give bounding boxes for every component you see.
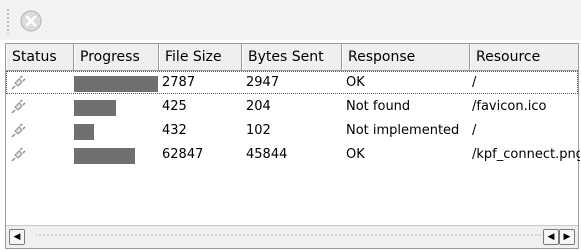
column-header-bytes-sent[interactable]: Bytes Sent <box>242 44 342 70</box>
progress-bar <box>74 148 135 164</box>
arrow-left-icon: ◀ <box>13 231 21 242</box>
scroll-right-button[interactable]: ▶ <box>559 229 575 245</box>
toolbar-grip[interactable] <box>6 8 10 34</box>
column-header-progress[interactable]: Progress <box>74 44 159 70</box>
table-row[interactable]: 425 204 Not found /favicon.ico <box>6 95 578 119</box>
status-cell <box>6 143 74 167</box>
file-size-cell: 62847 <box>162 147 204 162</box>
table-row[interactable]: 432 102 Not implemented / <box>6 119 578 143</box>
progress-bar <box>74 76 158 92</box>
plug-icon <box>11 147 26 162</box>
column-header-file-size[interactable]: File Size <box>159 44 242 70</box>
column-header-resource[interactable]: Resource <box>470 44 578 70</box>
scrollbar-thumb[interactable] <box>36 230 542 244</box>
bytes-sent-cell: 45844 <box>246 147 288 162</box>
progress-cell <box>74 71 160 95</box>
resource-cell: / <box>472 75 477 90</box>
progress-cell <box>74 95 160 119</box>
table-row[interactable]: 62847 45844 OK /kpf_connect.png <box>6 143 580 167</box>
bytes-sent-cell: 204 <box>246 99 271 114</box>
toolbar <box>0 0 581 40</box>
plug-icon <box>11 99 26 114</box>
column-header-status[interactable]: Status <box>6 44 74 70</box>
stop-button[interactable] <box>18 8 44 34</box>
response-cell: Not found <box>346 99 411 114</box>
status-cell <box>6 71 74 95</box>
response-cell: OK <box>346 147 365 162</box>
file-size-cell: 425 <box>162 99 187 114</box>
progress-bar <box>74 124 94 140</box>
plug-icon <box>11 75 26 90</box>
connections-table: Status Progress File Size Bytes Sent Res… <box>5 43 580 249</box>
resource-cell: / <box>472 123 477 138</box>
response-cell: OK <box>346 75 365 90</box>
response-cell: Not implemented <box>346 123 460 138</box>
stop-icon <box>20 10 42 32</box>
status-cell <box>6 95 74 119</box>
horizontal-scrollbar[interactable]: ◀ ◀ ▶ <box>6 225 578 248</box>
table-row[interactable]: 2787 2947 OK / <box>6 71 578 95</box>
column-header-response[interactable]: Response <box>342 44 470 70</box>
table-header: Status Progress File Size Bytes Sent Res… <box>6 44 578 71</box>
progress-bar <box>74 100 116 116</box>
plug-icon <box>11 123 26 138</box>
status-cell <box>6 119 74 143</box>
scroll-left-button-right[interactable]: ◀ <box>543 229 559 245</box>
resource-cell: /kpf_connect.png <box>472 147 580 162</box>
file-size-cell: 432 <box>162 123 187 138</box>
scroll-left-button[interactable]: ◀ <box>9 229 25 245</box>
bytes-sent-cell: 102 <box>246 123 271 138</box>
resource-cell: /favicon.ico <box>472 99 547 114</box>
arrow-right-icon: ▶ <box>563 231 571 242</box>
progress-cell <box>74 143 160 167</box>
table-body: 2787 2947 OK / 425 204 Not found /favico… <box>6 71 580 167</box>
arrow-left-icon: ◀ <box>547 231 555 242</box>
file-size-cell: 2787 <box>162 75 196 90</box>
bytes-sent-cell: 2947 <box>246 75 280 90</box>
progress-cell <box>74 119 160 143</box>
